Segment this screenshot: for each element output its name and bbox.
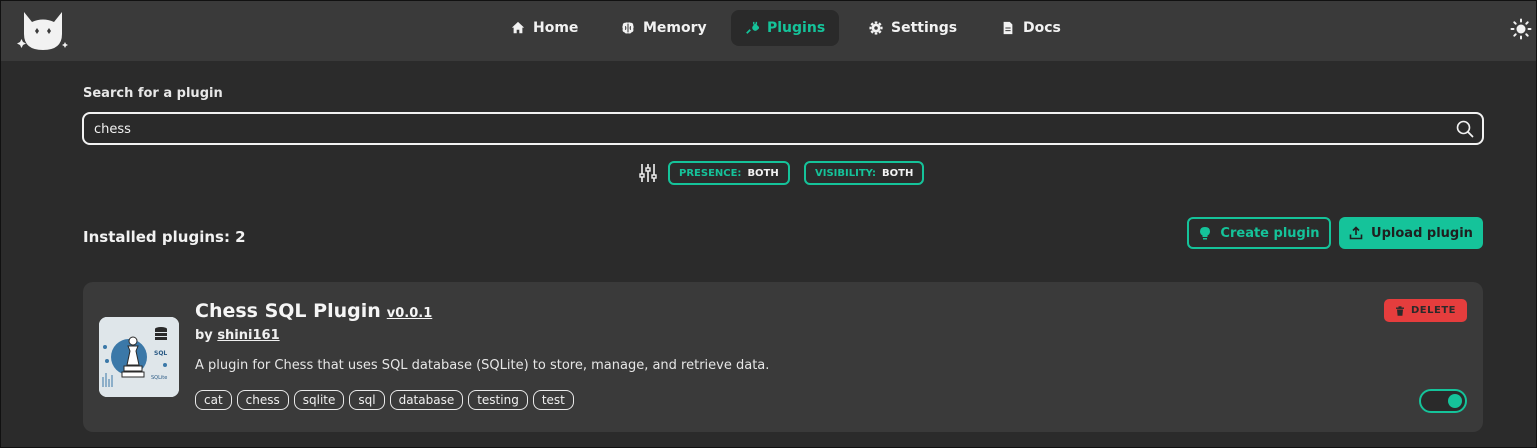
lightbulb-icon	[1200, 227, 1211, 240]
search-icon[interactable]	[1456, 120, 1474, 138]
create-plugin-button[interactable]: Create plugin	[1187, 217, 1331, 249]
plug-icon	[746, 21, 759, 34]
tag-test[interactable]: test	[532, 390, 574, 410]
search-input[interactable]	[94, 119, 1434, 139]
home-icon	[511, 21, 525, 34]
author-prefix: by	[195, 328, 213, 343]
plugin-name: Chess SQL Plugin	[195, 300, 381, 322]
presence-filter-key: PRESENCE:	[679, 167, 742, 179]
upload-plugin-button[interactable]: Upload plugin	[1339, 217, 1483, 249]
tag-cat[interactable]: cat	[195, 390, 232, 410]
plugin-version-link[interactable]: v0.0.1	[387, 306, 433, 321]
top-bar: Home Memory Plugins Settings Docs	[0, 0, 1537, 61]
upload-plugin-label: Upload plugin	[1371, 225, 1473, 241]
tag-sql[interactable]: sql	[349, 390, 385, 410]
thumb-sql-text: SQL	[154, 350, 167, 357]
search-label: Search for a plugin	[83, 86, 223, 101]
installed-count: Installed plugins: 2	[83, 228, 246, 246]
plugin-author: by shini161	[195, 328, 280, 343]
nav-plugins-label: Plugins	[767, 20, 826, 36]
plugin-thumbnail: SQL SQLite	[99, 317, 179, 397]
tag-chess[interactable]: chess	[236, 390, 289, 410]
plugin-tags: cat chess sqlite sql database testing te…	[195, 390, 574, 410]
presence-filter-value: BOTH	[747, 167, 779, 179]
nav-settings[interactable]: Settings	[855, 10, 971, 46]
nav-memory[interactable]: Memory	[607, 10, 721, 46]
visibility-filter-key: VISIBILITY:	[815, 167, 877, 179]
sliders-icon[interactable]	[638, 163, 658, 183]
thumb-sqlite-text: SQLite	[151, 375, 167, 381]
plugin-card: SQL SQLite Chess SQL Plugin v0.0.1 by sh…	[83, 282, 1483, 432]
toggle-knob	[1448, 394, 1462, 408]
visibility-filter-value: BOTH	[882, 167, 914, 179]
author-link[interactable]: shini161	[217, 328, 279, 343]
tag-testing[interactable]: testing	[468, 390, 528, 410]
plugin-description: A plugin for Chess that uses SQL databas…	[195, 358, 770, 373]
nav-home-label: Home	[533, 20, 579, 36]
nav-home[interactable]: Home	[497, 10, 592, 46]
upload-icon	[1349, 226, 1363, 240]
nav-docs-label: Docs	[1023, 20, 1061, 36]
search-box	[82, 112, 1484, 145]
nav-plugins[interactable]: Plugins	[731, 10, 840, 46]
gear-icon	[869, 21, 883, 35]
presence-filter[interactable]: PRESENCE: BOTH	[668, 161, 790, 185]
delete-label: DELETE	[1411, 305, 1456, 316]
tag-database[interactable]: database	[389, 390, 464, 410]
nav-docs[interactable]: Docs	[987, 10, 1075, 46]
tag-sqlite[interactable]: sqlite	[293, 390, 345, 410]
main-nav: Home Memory Plugins Settings Docs	[0, 10, 1537, 46]
document-icon	[1003, 21, 1013, 35]
brain-icon	[622, 22, 634, 34]
sun-icon[interactable]	[1510, 18, 1532, 40]
visibility-filter[interactable]: VISIBILITY: BOTH	[804, 161, 925, 185]
nav-settings-label: Settings	[891, 20, 958, 36]
plugin-title: Chess SQL Plugin v0.0.1	[195, 300, 432, 322]
create-plugin-label: Create plugin	[1220, 225, 1320, 241]
trash-icon	[1396, 305, 1404, 316]
delete-button[interactable]: DELETE	[1384, 299, 1467, 322]
nav-memory-label: Memory	[643, 20, 707, 36]
plugin-enable-toggle[interactable]	[1419, 389, 1467, 413]
